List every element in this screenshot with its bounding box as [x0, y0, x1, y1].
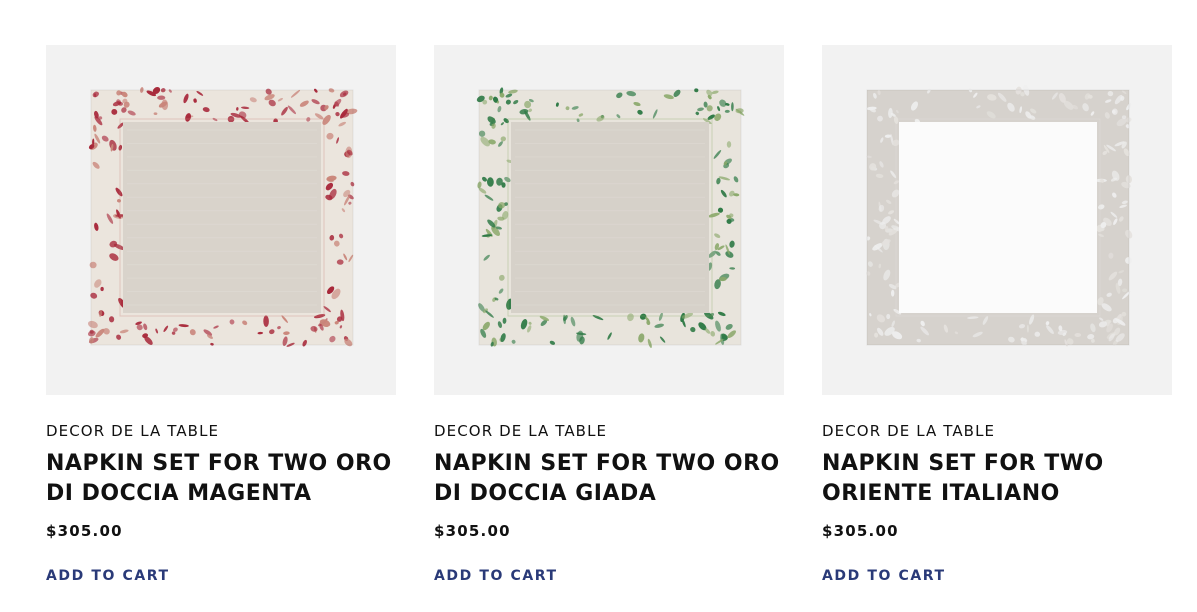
napkin-center	[899, 122, 1097, 313]
add-to-cart-button[interactable]: ADD TO CART	[46, 567, 170, 585]
product-title[interactable]: NAPKIN SET FOR TWO ORIENTE ITALIANO	[822, 449, 1172, 509]
product-price: $305.00	[822, 522, 899, 540]
product-brand[interactable]: DECOR DE LA TABLE	[434, 422, 784, 440]
product-card: DECOR DE LA TABLE NAPKIN SET FOR TWO ORO…	[46, 45, 396, 585]
napkin-magenta-image	[87, 86, 358, 347]
product-image[interactable]	[46, 45, 396, 395]
napkin-center	[511, 122, 709, 313]
product-image[interactable]	[822, 45, 1172, 395]
product-title[interactable]: NAPKIN SET FOR TWO ORO DI DOCCIA GIADA	[434, 449, 784, 509]
product-price: $305.00	[434, 522, 511, 540]
napkin-center	[123, 122, 321, 313]
product-card: DECOR DE LA TABLE NAPKIN SET FOR TWO ORI…	[822, 45, 1172, 585]
napkin-oriente-image	[865, 84, 1133, 347]
product-image[interactable]	[434, 45, 784, 395]
product-brand[interactable]: DECOR DE LA TABLE	[822, 422, 1172, 440]
add-to-cart-button[interactable]: ADD TO CART	[434, 567, 558, 585]
product-price: $305.00	[46, 522, 123, 540]
add-to-cart-button[interactable]: ADD TO CART	[822, 567, 946, 585]
product-grid: DECOR DE LA TABLE NAPKIN SET FOR TWO ORO…	[46, 45, 1172, 585]
product-title[interactable]: NAPKIN SET FOR TWO ORO DI DOCCIA MAGENTA	[46, 449, 396, 509]
napkin-giada-image	[476, 87, 745, 348]
product-brand[interactable]: DECOR DE LA TABLE	[46, 422, 396, 440]
product-card: DECOR DE LA TABLE NAPKIN SET FOR TWO ORO…	[434, 45, 784, 585]
